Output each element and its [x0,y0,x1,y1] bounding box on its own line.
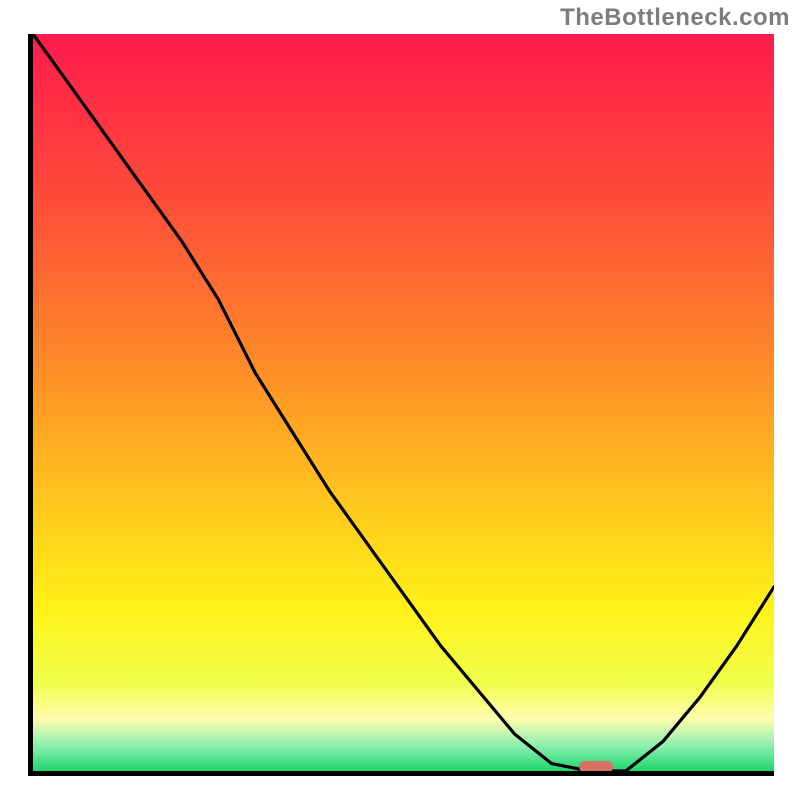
bottleneck-chart: TheBottleneck.com [0,0,800,800]
axes-frame [28,34,774,776]
attribution-label: TheBottleneck.com [560,4,790,32]
